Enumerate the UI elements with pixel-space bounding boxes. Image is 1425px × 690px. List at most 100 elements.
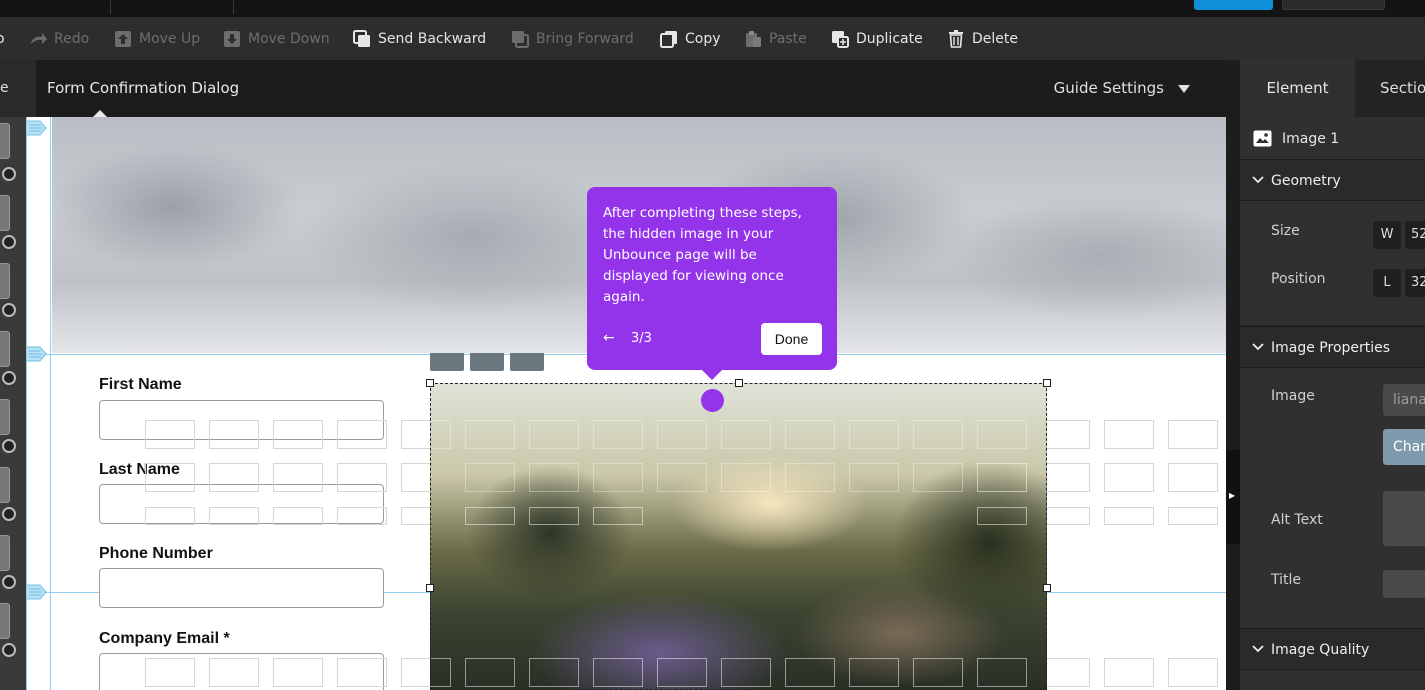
element-name-row: Image 1 <box>1240 117 1425 160</box>
undo-partial[interactable]: o <box>0 18 5 60</box>
publish-button[interactable] <box>1194 0 1273 10</box>
tab-section[interactable]: Sectio <box>1380 60 1425 117</box>
guide-marker-icon[interactable] <box>26 343 48 365</box>
section-pin-icon[interactable] <box>2 439 16 453</box>
ghost-box <box>337 507 387 525</box>
section-pin-icon[interactable] <box>2 235 16 249</box>
ghost-box <box>913 463 963 492</box>
collapse-panel-button[interactable]: ▸ <box>1226 450 1240 544</box>
ghost-box <box>657 463 707 492</box>
left-position-input[interactable]: 32 <box>1405 269 1425 297</box>
align-right-button[interactable] <box>510 353 544 371</box>
pages-tab-label: e <box>0 80 9 96</box>
resize-handle-nw[interactable] <box>426 379 434 387</box>
move-up-icon <box>113 29 133 49</box>
image-filename-field[interactable]: liana <box>1383 384 1425 416</box>
active-tab-pointer <box>93 110 107 117</box>
pages-tab-partial[interactable]: e <box>0 60 36 117</box>
guide-settings-dropdown[interactable]: Guide Settings <box>1054 60 1190 117</box>
guide-marker-icon[interactable] <box>26 117 48 139</box>
ghost-box <box>145 463 195 492</box>
paste-label: Paste <box>769 31 807 47</box>
ghost-box <box>593 507 643 525</box>
alt-text-field[interactable] <box>1383 491 1425 546</box>
ghost-box <box>721 658 771 687</box>
section-handle[interactable] <box>0 123 10 159</box>
resize-handle-e[interactable] <box>1043 584 1051 592</box>
width-unit-label: W <box>1373 221 1401 249</box>
image-icon <box>1253 130 1272 147</box>
section-handle[interactable] <box>0 331 10 367</box>
duplicate-icon <box>830 29 850 49</box>
ghost-box <box>849 658 899 687</box>
section-handle[interactable] <box>0 535 10 571</box>
ghost-box <box>273 507 323 525</box>
paste-button[interactable]: Paste <box>743 18 807 60</box>
section-pin-icon[interactable] <box>2 167 16 181</box>
send-backward-icon <box>352 29 372 49</box>
ghost-box <box>977 420 1027 449</box>
ghost-box <box>1040 420 1090 449</box>
done-button[interactable]: Done <box>761 323 822 355</box>
guide-marker-icon[interactable] <box>26 581 48 603</box>
resize-handle-w[interactable] <box>426 584 434 592</box>
chevron-right-icon: ▸ <box>1229 488 1236 502</box>
ghost-box <box>209 658 259 687</box>
top-menu-strip <box>0 0 1425 18</box>
section-handle[interactable] <box>0 263 10 299</box>
move-up-label: Move Up <box>139 31 201 47</box>
trash-icon <box>946 29 966 49</box>
tour-beacon[interactable] <box>701 389 724 412</box>
ghost-box <box>1104 463 1154 492</box>
ghost-box <box>785 420 835 449</box>
section-pin-icon[interactable] <box>2 643 16 657</box>
image-quality-section-header[interactable]: Image Quality <box>1240 628 1425 670</box>
back-arrow-icon[interactable]: ← <box>603 330 615 346</box>
tab-element[interactable]: Element <box>1240 60 1355 117</box>
section-pin-icon[interactable] <box>2 575 16 589</box>
panel-tabs: Element Sectio <box>1240 60 1425 117</box>
change-image-button[interactable]: Char <box>1383 429 1425 465</box>
send-backward-button[interactable]: Send Backward <box>352 18 486 60</box>
ghost-box <box>1104 507 1154 525</box>
bring-forward-label: Bring Forward <box>536 31 634 47</box>
ghost-box <box>209 420 259 449</box>
ghost-box <box>1040 658 1090 687</box>
preview-button[interactable] <box>1282 0 1385 10</box>
geometry-section-header[interactable]: Geometry <box>1240 159 1425 201</box>
image-properties-section-header[interactable]: Image Properties <box>1240 326 1425 368</box>
section-handle[interactable] <box>0 603 10 639</box>
ghost-box <box>1168 507 1218 525</box>
first-name-label: First Name <box>99 376 182 393</box>
move-up-button[interactable]: Move Up <box>113 18 200 60</box>
align-center-button[interactable] <box>470 353 504 371</box>
delete-button[interactable]: Delete <box>946 18 1018 60</box>
section-pin-icon[interactable] <box>2 371 16 385</box>
selected-image-element[interactable] <box>430 383 1047 690</box>
section-pin-icon[interactable] <box>2 507 16 521</box>
align-left-button[interactable] <box>430 353 464 371</box>
guide-line <box>26 117 27 690</box>
resize-handle-n[interactable] <box>735 379 743 387</box>
title-field[interactable] <box>1383 570 1425 598</box>
copy-button[interactable]: Copy <box>659 18 721 60</box>
section-handle[interactable] <box>0 467 10 503</box>
width-input[interactable]: 52 <box>1405 221 1425 249</box>
ghost-box <box>913 658 963 687</box>
section-handle[interactable] <box>0 195 10 231</box>
section-handle[interactable] <box>0 399 10 435</box>
ghost-box <box>977 507 1027 525</box>
section-rail <box>0 117 26 690</box>
ghost-box <box>145 658 195 687</box>
bring-forward-button[interactable]: Bring Forward <box>510 18 634 60</box>
duplicate-button[interactable]: Duplicate <box>830 18 923 60</box>
phone-number-field[interactable] <box>99 568 384 608</box>
tour-message: After completing these steps, the hidden… <box>603 205 802 305</box>
page-variant-title[interactable]: Form Confirmation Dialog <box>47 60 239 117</box>
redo-button[interactable]: Redo <box>28 18 89 60</box>
resize-handle-ne[interactable] <box>1043 379 1051 387</box>
ghost-box <box>145 420 195 449</box>
section-pin-icon[interactable] <box>2 303 16 317</box>
ghost-box <box>785 658 835 687</box>
move-down-button[interactable]: Move Down <box>222 18 330 60</box>
